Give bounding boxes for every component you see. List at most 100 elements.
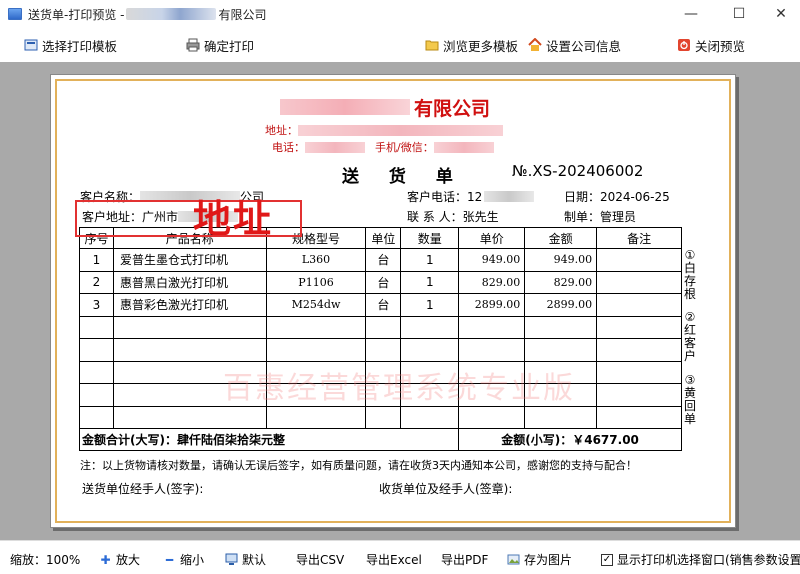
cell-price: 829.00 <box>458 270 526 294</box>
watermark: 百惠经营管理系统专业版 <box>223 371 575 406</box>
total-lower-value: ￥4677.00 <box>572 433 639 447</box>
select-template-label: 选择打印模板 <box>42 38 118 54</box>
cell-model: L360 <box>265 248 367 272</box>
select-template-button[interactable]: 选择打印模板 <box>24 36 117 54</box>
printer-icon <box>186 38 200 52</box>
window-title-prefix: 送货单-打印预览 - <box>28 7 125 22</box>
cell-no: 2 <box>79 270 114 294</box>
export-csv-button[interactable]: 导出CSV <box>296 551 344 568</box>
company-name: 有限公司 <box>280 96 510 120</box>
contact-person: 联 系 人： 张先生 <box>407 208 499 225</box>
browse-templates-label: 浏览更多模板 <box>443 38 519 54</box>
zoom-level: 缩放：100% <box>10 553 81 567</box>
company-suffix: 有限公司 <box>414 97 491 120</box>
company-address: 地址： <box>265 122 503 138</box>
redacted-company-name <box>126 8 217 20</box>
address-annotation: 地址 <box>193 197 274 241</box>
contact-value: 张先生 <box>462 210 499 224</box>
zoom-out-label: 缩小 <box>180 553 205 567</box>
redacted-customer-phone <box>484 191 535 202</box>
total-row: 金额合计(大写)：肆仟陆佰柒拾柒元整 金额(小写)：￥4677.00 <box>78 428 682 451</box>
default-zoom-label: 默认 <box>242 553 267 567</box>
cell-note <box>596 293 682 317</box>
date-value: 2024-06-25 <box>600 189 670 204</box>
checkbox-checked-icon: ✓ <box>601 553 613 566</box>
monitor-icon <box>225 553 238 566</box>
mobile-label: 手机/微信： <box>375 141 434 154</box>
customer-phone-prefix: 12 <box>467 189 483 204</box>
plus-icon: ✚ <box>100 552 111 567</box>
export-pdf-button[interactable]: 导出PDF <box>441 551 488 568</box>
total-lower: 金额(小写)：￥4677.00 <box>458 428 682 451</box>
redacted-phone <box>305 141 365 153</box>
browse-templates-button[interactable]: 浏览更多模板 <box>425 36 518 54</box>
maximize-button[interactable]: ☐ <box>716 0 762 28</box>
template-icon <box>24 38 38 52</box>
minimize-button[interactable]: — <box>668 0 714 28</box>
cell-no: 1 <box>79 248 114 272</box>
confirm-print-button[interactable]: 确定打印 <box>186 36 254 54</box>
cell-price: 2899.00 <box>458 293 526 317</box>
toolbar: 选择打印模板 确定打印 浏览更多模板 设置公司信息 关闭预览 <box>0 28 800 62</box>
app-icon <box>8 8 22 20</box>
cell-unit: 台 <box>365 270 402 294</box>
total-upper: 金额合计(大写)：肆仟陆佰柒拾柒元整 <box>78 428 460 451</box>
cell-model: P1106 <box>265 270 367 294</box>
cell-note <box>596 248 682 272</box>
zoom-in-label: 放大 <box>116 553 141 567</box>
receiver-signature: 收货单位及经手人(签章): <box>379 482 513 496</box>
export-excel-button[interactable]: 导出Excel <box>366 551 422 568</box>
show-printer-window-label: 显示打印机选择窗口(销售参数设置) <box>617 553 800 567</box>
save-image-button[interactable]: 存为图片 <box>507 551 572 568</box>
home-icon <box>528 38 542 52</box>
table-row-empty <box>79 315 682 339</box>
cell-amount: 829.00 <box>524 270 598 294</box>
image-icon <box>507 553 520 566</box>
table-row: 3 惠普彩色激光打印机 M254dw 台 1 2899.00 2899.00 <box>79 293 682 317</box>
cell-amount: 2899.00 <box>524 293 598 317</box>
col-header: 单位 <box>365 227 402 249</box>
col-header: 备注 <box>596 227 682 249</box>
window-title-suffix: 有限公司 <box>218 7 267 22</box>
cell-no: 3 <box>79 293 114 317</box>
cell-qty: 1 <box>400 248 460 272</box>
customer-phone-label: 客户电话： <box>407 190 468 204</box>
document-title: 送 货 单 <box>342 167 465 187</box>
redacted-mobile <box>433 141 494 153</box>
zoom-in-button[interactable]: ✚ 放大 <box>99 551 140 568</box>
close-preview-button[interactable]: 关闭预览 <box>677 36 745 54</box>
cell-amount: 949.00 <box>524 248 598 272</box>
cell-qty: 1 <box>400 270 460 294</box>
zoom-out-button[interactable]: ━ 缩小 <box>163 551 204 568</box>
close-button[interactable]: ✕ <box>758 0 800 28</box>
show-printer-window-checkbox[interactable]: ✓ 显示打印机选择窗口(销售参数设置) <box>601 551 800 568</box>
total-upper-label: 金额合计(大写)： <box>82 433 177 447</box>
side-note-white: ①白存根 <box>683 248 696 301</box>
table-row-empty <box>79 405 682 429</box>
window-title: 送货单-打印预览 - 有限公司 <box>28 6 267 23</box>
table-row: 1 爱普生墨仓式打印机 L360 台 1 949.00 949.00 <box>79 248 682 272</box>
cell-name: 惠普黑白激光打印机 <box>112 270 267 294</box>
contact-label: 联 系 人： <box>407 210 463 224</box>
date-label: 日期： <box>564 190 601 204</box>
folder-icon <box>425 38 439 52</box>
statusbar: 缩放：100% ✚ 放大 ━ 缩小 默认 导出CSV 导出Excel 导出PDF… <box>0 540 800 574</box>
col-header: 数量 <box>400 227 460 249</box>
total-upper-value: 肆仟陆佰柒拾柒元整 <box>176 433 285 447</box>
redacted-company <box>280 99 410 115</box>
maker: 制单： 管理员 <box>564 208 636 225</box>
footnote: 注：以上货物请核对数量，请确认无误后签字，如有质量问题，请在收货3天内通知本公司… <box>80 459 637 472</box>
col-header: 金额 <box>524 227 598 249</box>
company-settings-button[interactable]: 设置公司信息 <box>528 36 621 54</box>
power-icon <box>677 38 691 52</box>
minus-icon: ━ <box>165 552 174 567</box>
window-titlebar: 送货单-打印预览 - 有限公司 — ☐ ✕ <box>0 0 800 28</box>
phone-label: 电话： <box>272 141 305 154</box>
date: 日期： 2024-06-25 <box>564 188 670 205</box>
default-zoom-button[interactable]: 默认 <box>225 551 266 568</box>
save-image-label: 存为图片 <box>524 553 573 567</box>
total-lower-label: 金额(小写)： <box>501 433 573 447</box>
document-number: №.XS-202406002 <box>512 162 644 180</box>
cell-name: 爱普生墨仓式打印机 <box>112 248 267 272</box>
col-header: 单价 <box>458 227 526 249</box>
